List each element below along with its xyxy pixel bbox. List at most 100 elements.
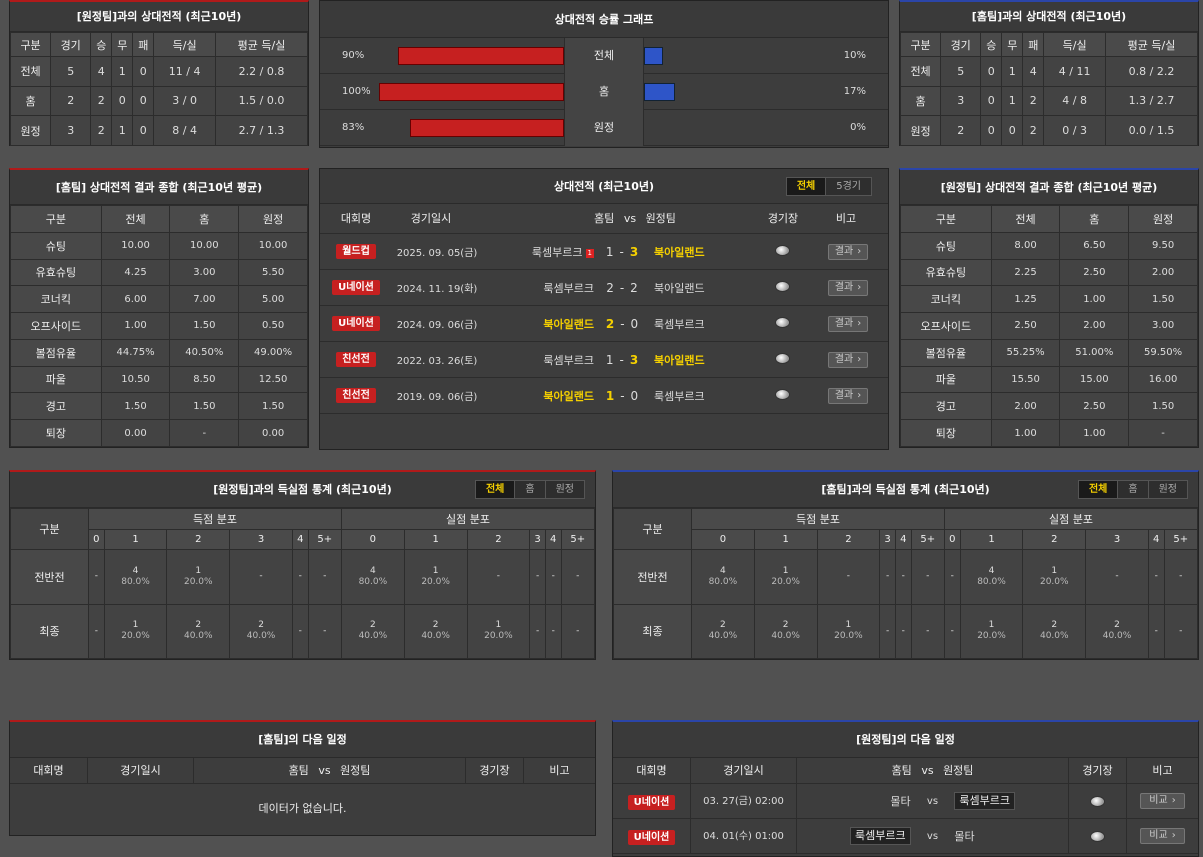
table-row: 오프사이드 2.50 2.00 3.00 bbox=[900, 312, 1198, 340]
col-away: 원정팀 bbox=[645, 212, 676, 225]
note-cell: 비교 › bbox=[1127, 828, 1198, 844]
percent: 40.0% bbox=[708, 631, 738, 642]
schedule-row[interactable]: U네이션 04. 01(수) 01:00 룩셈부르크 vs 몰타 비교 › bbox=[613, 818, 1198, 854]
percent: 40.0% bbox=[1102, 631, 1132, 642]
col-date: 경기일시 bbox=[691, 758, 797, 783]
header-row: 구분 전체 홈 원정 bbox=[900, 205, 1198, 233]
graph-row-label: 홈 bbox=[564, 74, 644, 110]
cell: 9.50 bbox=[1128, 231, 1198, 260]
note-cell: 결과 › bbox=[812, 243, 884, 260]
dist-cell: - bbox=[894, 549, 912, 605]
count: 2 bbox=[432, 620, 439, 631]
league-badge: U네이션 bbox=[627, 829, 676, 845]
cell: 0 bbox=[111, 85, 134, 117]
count: - bbox=[1154, 625, 1158, 636]
row-label: 원정 bbox=[899, 115, 942, 146]
count: - bbox=[846, 571, 851, 582]
tab-all[interactable]: 전체 bbox=[1078, 481, 1119, 498]
tab-home[interactable]: 홈 bbox=[515, 481, 546, 498]
match-teams: 몰타 vs 룩셈부르크 bbox=[797, 783, 1069, 819]
cell: 1.50 bbox=[1128, 285, 1198, 314]
h2h-away-title: [원정팀]과의 상대전적 (최근10년) bbox=[10, 2, 308, 32]
header-row: 0 1 2 3 4 5+ 0 1 2 3 4 5+ bbox=[11, 529, 596, 550]
row-label: 파울 bbox=[900, 365, 992, 394]
away-team: 룩셈부르크 bbox=[654, 317, 705, 331]
count: - bbox=[551, 571, 555, 582]
dist-cell: - bbox=[88, 549, 105, 605]
goal-count-header: 3 bbox=[1085, 529, 1149, 550]
cell: 2 bbox=[50, 85, 92, 117]
count: - bbox=[496, 571, 501, 582]
match-row[interactable]: 친선전 2022. 03. 26(토) 룩셈부르크 1-3 북아일랜드 결과 › bbox=[320, 342, 888, 378]
compare-button[interactable]: 비교 › bbox=[1140, 793, 1185, 809]
result-button[interactable]: 결과 › bbox=[827, 351, 869, 368]
percent: 20.0% bbox=[771, 576, 800, 587]
goals-away-table: 구분 득점 분포 실점 분포 0 1 2 3 4 5+ 0 1 2 3 4 5+ 전반전 -4 80.0% 1 20.… bbox=[10, 508, 596, 659]
result-button[interactable]: 결과 › bbox=[827, 279, 869, 296]
table-row: 홈22003 / 0 1.5 / 0.0 bbox=[9, 85, 308, 117]
schedule-row[interactable]: U네이션 03. 27(금) 02:00 몰타 vs 룩셈부르크 비교 › bbox=[613, 783, 1198, 819]
match-teams: 북아일랜드 2-0 룩셈부르크 bbox=[482, 316, 752, 332]
result-button[interactable]: 결과 › bbox=[827, 315, 869, 332]
tab-away[interactable]: 원정 bbox=[1149, 481, 1187, 498]
home-pct: 83% bbox=[342, 122, 365, 133]
count: 4 bbox=[370, 565, 376, 576]
count: - bbox=[323, 571, 327, 582]
count: - bbox=[535, 571, 540, 582]
tab-away[interactable]: 원정 bbox=[546, 481, 584, 498]
col-header: 경기 bbox=[940, 32, 982, 57]
col-league: 대회명 bbox=[613, 758, 691, 783]
col-league: 대회명 bbox=[340, 212, 372, 225]
col-header: 패 bbox=[1022, 32, 1045, 57]
tab-all[interactable]: 전체 bbox=[475, 481, 516, 498]
goals-home-panel: [홈팀]과의 득실점 통계 (최근10년) 전체 홈 원정 구분 득점 분포 실점 … bbox=[612, 470, 1199, 660]
next-away-rows: U네이션 03. 27(금) 02:00 몰타 vs 룩셈부르크 비교 › U네이션 04. 0… bbox=[613, 783, 1198, 854]
percent: 80.0% bbox=[121, 576, 150, 587]
vs-label: vs bbox=[926, 830, 939, 842]
match-row[interactable]: U네이션 2024. 11. 19(화) 룩셈부르크 2-2 북아일랜드 결과 › bbox=[320, 270, 888, 306]
cell: 1.50 bbox=[169, 312, 240, 340]
result-button-label: 결과 bbox=[834, 281, 854, 293]
dist-cell: - bbox=[1163, 603, 1199, 659]
cell: 2 bbox=[1022, 85, 1045, 117]
result-button[interactable]: 결과 › bbox=[827, 243, 869, 260]
dist-cell: 4 80.0% bbox=[103, 549, 168, 605]
count: 4 bbox=[988, 565, 995, 576]
chevron-right-icon: › bbox=[857, 245, 862, 257]
cell: 55.25% bbox=[990, 338, 1061, 367]
tab-home[interactable]: 홈 bbox=[1118, 481, 1149, 498]
cell: 1 bbox=[111, 115, 134, 146]
percent: 80.0% bbox=[358, 576, 388, 587]
percent: 40.0% bbox=[421, 631, 450, 642]
goal-count-header: 2 bbox=[1022, 529, 1087, 550]
scored-header: 득점 분포 bbox=[88, 508, 342, 530]
match-teams: 북아일랜드 1-0 룩셈부르크 bbox=[482, 388, 752, 404]
dist-cell: 4 80.0% bbox=[959, 549, 1024, 605]
h2h-home-title: [홈팀]과의 상대전적 (최근10년) bbox=[900, 2, 1198, 32]
cell: - bbox=[1128, 419, 1198, 447]
compare-button[interactable]: 비교 › bbox=[1140, 828, 1185, 844]
conceded-header: 실점 분포 bbox=[340, 508, 596, 530]
recent-title: 상대전적 (최근10년) 전체 5경기 bbox=[320, 169, 888, 204]
col-header: 승 bbox=[90, 32, 113, 57]
table-row: 슈팅 8.00 6.50 9.50 bbox=[900, 231, 1198, 260]
result-button[interactable]: 결과 › bbox=[827, 387, 869, 404]
goal-count-header: 0 bbox=[691, 529, 755, 550]
venue-cell bbox=[752, 316, 812, 331]
match-row[interactable]: U네이션 2024. 09. 06(금) 북아일랜드 2-0 룩셈부르크 결과 › bbox=[320, 306, 888, 342]
graph-body: 90% 전체 10% 100% 홈 17% 83% 원정 0% bbox=[320, 38, 888, 146]
tab-all[interactable]: 전체 bbox=[786, 178, 827, 195]
col-header: 구분 bbox=[10, 205, 102, 233]
col-venue: 경기장 bbox=[466, 758, 524, 783]
tab-5games[interactable]: 5경기 bbox=[826, 178, 871, 195]
home-team-name: 룩셈부르크 bbox=[849, 827, 911, 845]
table-row: 홈30124 / 8 1.3 / 2.7 bbox=[899, 85, 1198, 117]
cell: 4.25 bbox=[100, 258, 171, 287]
match-row[interactable]: 친선전 2019. 09. 06(금) 북아일랜드 1-0 룩셈부르크 결과 › bbox=[320, 378, 888, 414]
table-row: 볼점유율 55.25% 51.00% 59.50% bbox=[900, 338, 1198, 367]
col-header: 홈 bbox=[1059, 205, 1130, 233]
away-team: 북아일랜드 bbox=[654, 245, 705, 259]
col-home: 홈팀 bbox=[891, 764, 912, 777]
match-row[interactable]: 월드컵 2025. 09. 05(금) 룩셈부르크 1 1-3 북아일랜드 결과 › bbox=[320, 234, 888, 270]
home-team-name: 룩셈부르크 bbox=[543, 353, 594, 367]
